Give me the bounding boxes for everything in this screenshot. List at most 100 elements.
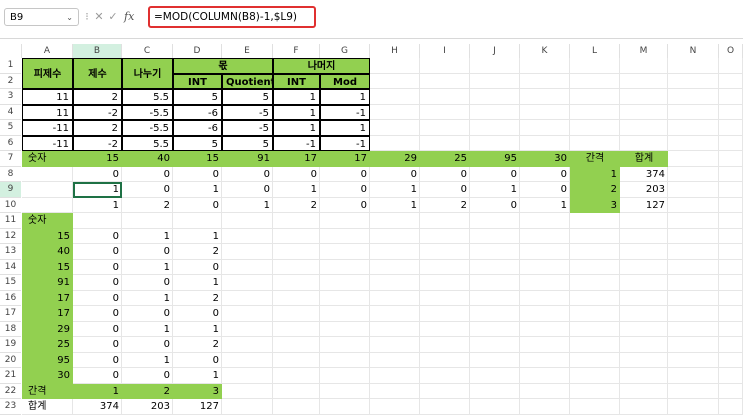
table-cell[interactable]: 1 xyxy=(73,198,122,214)
table-cell[interactable]: -11 xyxy=(22,120,73,136)
table-cell[interactable]: -5.5 xyxy=(122,120,173,136)
table-cell[interactable]: 0 xyxy=(173,353,222,369)
table-cell[interactable]: -6 xyxy=(173,104,222,120)
sum-cell[interactable]: 203 xyxy=(122,399,173,415)
table-cell[interactable]: 0 xyxy=(370,167,420,183)
row-header-4[interactable]: 4 xyxy=(0,104,21,120)
label-cell[interactable]: 합계 xyxy=(620,151,668,167)
table-cell[interactable]: 1 xyxy=(370,182,420,198)
table-cell[interactable]: 0 xyxy=(320,182,370,198)
table-cell[interactable]: 0 xyxy=(73,260,122,276)
table-cell[interactable]: -11 xyxy=(22,135,73,151)
header-cell[interactable]: Mod xyxy=(320,73,370,89)
selected-cell[interactable]: 1 xyxy=(73,182,122,198)
table-cell[interactable]: -1 xyxy=(273,135,320,151)
table-cell[interactable]: 11 xyxy=(22,104,73,120)
table-cell[interactable]: 1 xyxy=(470,182,520,198)
table-cell[interactable]: -2 xyxy=(73,104,122,120)
row-header-18[interactable]: 18 xyxy=(0,321,21,337)
header-cell[interactable]: 나머지 xyxy=(273,58,370,74)
number-cell[interactable]: 15 xyxy=(173,151,222,167)
number-cell[interactable]: 30 xyxy=(22,368,73,384)
table-cell[interactable]: -5.5 xyxy=(122,104,173,120)
number-cell[interactable]: 29 xyxy=(370,151,420,167)
label-cell[interactable]: 숫자 xyxy=(22,151,73,167)
table-cell[interactable]: 2 xyxy=(73,120,122,136)
table-cell[interactable]: 1 xyxy=(173,182,222,198)
sum-cell[interactable]: 374 xyxy=(620,167,668,183)
table-cell[interactable]: 0 xyxy=(73,322,122,338)
row-header-17[interactable]: 17 xyxy=(0,306,21,322)
number-cell[interactable]: 30 xyxy=(520,151,570,167)
number-cell[interactable]: 17 xyxy=(22,290,73,306)
label-cell[interactable]: 간격 xyxy=(22,383,73,399)
table-cell[interactable]: -5 xyxy=(222,120,273,136)
row-header-22[interactable]: 22 xyxy=(0,383,21,399)
table-cell[interactable]: 1 xyxy=(273,182,320,198)
table-cell[interactable]: 0 xyxy=(320,167,370,183)
row-header-1[interactable]: 1 xyxy=(0,58,21,74)
enter-icon[interactable]: ✓ xyxy=(106,8,120,26)
number-cell[interactable]: 17 xyxy=(273,151,320,167)
table-cell[interactable]: 1 xyxy=(273,104,320,120)
formula-input[interactable]: =MOD(COLUMN(B8)-1,$L9) xyxy=(148,6,316,28)
table-cell[interactable]: 0 xyxy=(420,167,470,183)
table-cell[interactable]: 0 xyxy=(73,167,122,183)
table-cell[interactable]: 0 xyxy=(520,167,570,183)
column-header-n[interactable]: N xyxy=(668,44,719,58)
table-cell[interactable]: 1 xyxy=(273,120,320,136)
table-cell[interactable]: 1 xyxy=(320,120,370,136)
number-cell[interactable]: 15 xyxy=(73,151,122,167)
table-cell[interactable]: 0 xyxy=(470,198,520,214)
table-cell[interactable]: 0 xyxy=(273,167,320,183)
interval-cell[interactable]: 2 xyxy=(570,182,620,198)
sum-cell[interactable]: 127 xyxy=(620,198,668,214)
row-header-10[interactable]: 10 xyxy=(0,197,21,213)
row-header-6[interactable]: 6 xyxy=(0,135,21,151)
table-cell[interactable]: 1 xyxy=(122,322,173,338)
row-header-13[interactable]: 13 xyxy=(0,244,21,260)
table-cell[interactable]: 0 xyxy=(320,198,370,214)
number-cell[interactable]: 25 xyxy=(420,151,470,167)
column-header-e[interactable]: E xyxy=(222,44,273,58)
header-cell[interactable]: 몫 xyxy=(173,58,273,74)
table-cell[interactable]: 0 xyxy=(420,182,470,198)
row-header-21[interactable]: 21 xyxy=(0,368,21,384)
table-cell[interactable]: 0 xyxy=(173,260,222,276)
number-cell[interactable]: 91 xyxy=(222,151,273,167)
column-header-f[interactable]: F xyxy=(273,44,320,58)
table-cell[interactable]: 1 xyxy=(520,198,570,214)
table-cell[interactable]: 1 xyxy=(173,322,222,338)
table-cell[interactable]: -1 xyxy=(320,104,370,120)
table-cell[interactable]: -6 xyxy=(173,120,222,136)
table-cell[interactable]: 0 xyxy=(222,182,273,198)
number-cell[interactable]: 95 xyxy=(22,352,73,368)
table-cell[interactable]: 2 xyxy=(273,198,320,214)
row-header-12[interactable]: 12 xyxy=(0,228,21,244)
table-cell[interactable]: 2 xyxy=(173,244,222,260)
number-cell[interactable]: 15 xyxy=(22,259,73,275)
table-cell[interactable]: 0 xyxy=(73,291,122,307)
select-all-corner[interactable] xyxy=(0,44,22,58)
table-cell[interactable]: 0 xyxy=(122,368,173,384)
table-cell[interactable]: 0 xyxy=(173,306,222,322)
table-cell[interactable]: -1 xyxy=(320,135,370,151)
number-cell[interactable]: 95 xyxy=(470,151,520,167)
number-cell[interactable]: 40 xyxy=(122,151,173,167)
column-header-j[interactable]: J xyxy=(470,44,520,58)
fx-icon[interactable]: fx xyxy=(124,8,134,26)
table-cell[interactable]: -2 xyxy=(73,135,122,151)
table-cell[interactable]: 0 xyxy=(73,306,122,322)
table-cell[interactable]: 5 xyxy=(173,135,222,151)
header-cell[interactable]: INT xyxy=(173,73,222,89)
column-header-i[interactable]: I xyxy=(420,44,470,58)
more-options-icon[interactable]: ⁝ xyxy=(83,8,91,26)
sum-cell[interactable]: 127 xyxy=(173,399,222,415)
column-header-d[interactable]: D xyxy=(173,44,222,58)
row-header-3[interactable]: 3 xyxy=(0,89,21,105)
table-cell[interactable]: 5 xyxy=(173,89,222,105)
table-cell[interactable]: 2 xyxy=(122,198,173,214)
table-cell[interactable]: 2 xyxy=(73,89,122,105)
number-cell[interactable]: 40 xyxy=(22,244,73,260)
table-cell[interactable]: 5 xyxy=(222,89,273,105)
